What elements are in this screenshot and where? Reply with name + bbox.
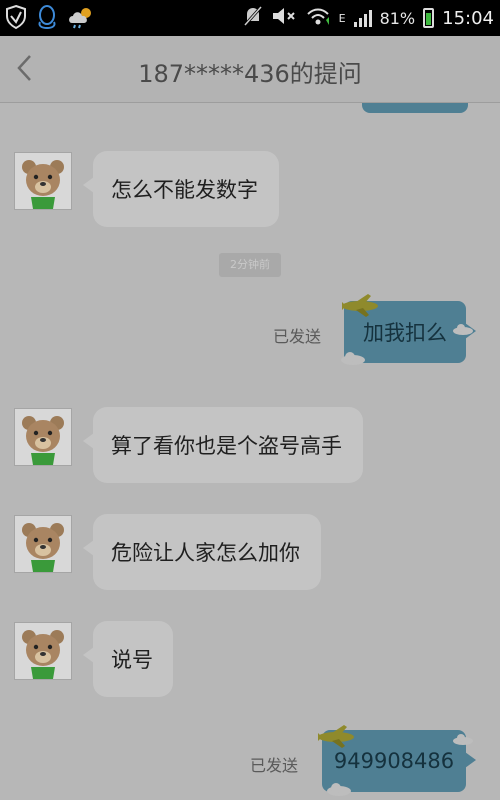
cloud-icon: [453, 324, 473, 335]
avatar[interactable]: [14, 622, 72, 680]
bear-avatar-icon: [22, 160, 64, 209]
shield-icon: [4, 4, 28, 34]
mute-bell-icon: [243, 5, 263, 31]
network-type-icon: E: [338, 11, 346, 25]
avatar[interactable]: [14, 408, 72, 466]
qq-penguin-icon: [36, 4, 58, 34]
sent-status: 已发送: [250, 756, 299, 775]
status-bar: E 81% 15:04: [0, 0, 500, 36]
airplane-icon: [318, 725, 354, 748]
message-text: 加我扣么: [363, 321, 447, 345]
battery-icon: [423, 8, 435, 28]
bear-avatar-icon: [22, 630, 64, 679]
bear-avatar-icon: [22, 523, 64, 572]
message-bubble[interactable]: 怎么不能发数字: [83, 151, 279, 227]
partial-sent-bubble: [362, 103, 468, 113]
page-title: 187*****436的提问: [138, 60, 362, 88]
chat-area[interactable]: 怎么不能发数字 2分钟前 已发送 加我扣么 算了看你也是个盗号高手 危险让人家怎…: [0, 103, 500, 800]
volume-muted-icon: [271, 5, 297, 31]
cloud-icon: [453, 734, 473, 745]
message-text: 危险让人家怎么加你: [111, 541, 300, 565]
weather-cloud-icon: [66, 5, 96, 33]
bear-avatar-icon: [22, 416, 64, 465]
avatar[interactable]: [14, 152, 72, 210]
cloud-icon: [341, 352, 365, 365]
avatar[interactable]: [14, 515, 72, 573]
battery-percent: 81%: [379, 8, 416, 28]
clock-time: 15:04: [442, 7, 494, 29]
message-bubble[interactable]: 危险让人家怎么加你: [83, 514, 321, 590]
message-text: 怎么不能发数字: [111, 178, 258, 202]
message-bubble[interactable]: 说号: [83, 621, 173, 697]
message-text: 说号: [111, 648, 153, 672]
message-timestamp: 2分钟前: [219, 253, 281, 277]
cloud-icon: [327, 783, 351, 796]
signal-strength-icon: [353, 9, 372, 27]
message-text: 算了看你也是个盗号高手: [111, 434, 342, 458]
message-bubble[interactable]: 算了看你也是个盗号高手: [83, 407, 363, 483]
message-text: 949908486: [333, 749, 455, 773]
sent-status: 已发送: [273, 327, 322, 346]
title-bar: 187*****436的提问: [0, 36, 500, 103]
wifi-icon: [305, 5, 331, 31]
airplane-icon: [342, 294, 378, 317]
